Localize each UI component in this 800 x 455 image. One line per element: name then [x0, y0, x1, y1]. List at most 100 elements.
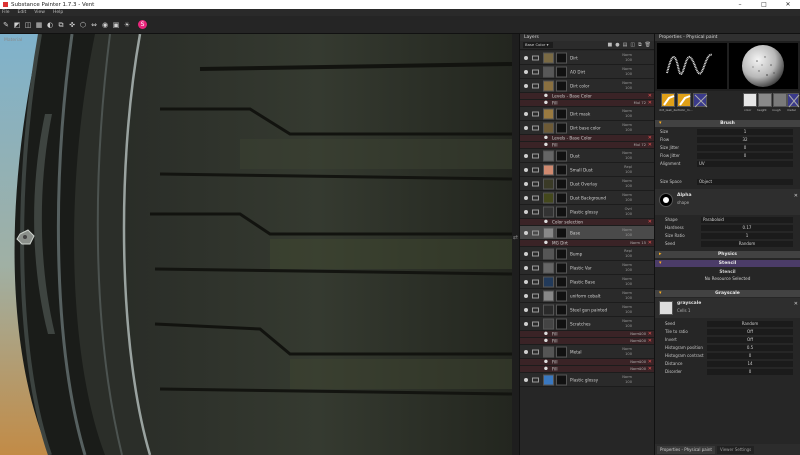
effect-opacity[interactable]: 100 [639, 367, 646, 371]
remove-effect-icon[interactable]: ✕ [648, 219, 652, 225]
folder-icon[interactable] [532, 293, 539, 298]
grayscale-thumbnail[interactable] [659, 301, 673, 315]
layer-blend-mode[interactable]: Repl [624, 249, 632, 253]
layer-row[interactable]: Dust Norm 100 [520, 149, 654, 163]
hist-pos-slider[interactable]: 0.5 [707, 345, 793, 351]
maximize-icon[interactable]: □ [752, 0, 776, 9]
visibility-eye-icon[interactable] [524, 349, 528, 354]
layer-mask-thumbnail[interactable] [556, 346, 567, 357]
grayscale-section-header[interactable]: ▾ Grayscale [655, 290, 800, 297]
visibility-eye-icon[interactable] [524, 167, 528, 172]
close-icon[interactable]: ✕ [776, 0, 800, 9]
layer-effect-row[interactable]: ● MG Dirt Norm 15 ✕ [520, 240, 654, 247]
alpha-seed-button[interactable]: Random [701, 241, 793, 247]
layer-mask-thumbnail[interactable] [556, 192, 567, 203]
folder-icon[interactable] [532, 69, 539, 74]
folder-icon[interactable] [532, 167, 539, 172]
visibility-eye-icon[interactable] [524, 195, 528, 200]
layer-mask-thumbnail[interactable] [556, 227, 567, 238]
3d-viewport[interactable]: Material [0, 34, 512, 455]
add-layer-icon[interactable]: ⧉ [638, 42, 642, 48]
tab-properties[interactable]: Properties - Physical paint [657, 445, 715, 454]
visibility-eye-icon[interactable] [524, 69, 528, 74]
layer-mask-thumbnail[interactable] [556, 374, 567, 385]
physics-section-header[interactable]: ▸ Physics [655, 251, 800, 258]
layer-mask-thumbnail[interactable] [556, 122, 567, 133]
menu-file[interactable]: File [2, 10, 10, 15]
layer-opacity[interactable]: 100 [625, 72, 632, 76]
layer-row[interactable]: Dust Overlay Norm 100 [520, 177, 654, 191]
effect-blend-mode[interactable]: Norm [630, 241, 640, 245]
smudge-icon[interactable]: ◐ [46, 21, 54, 29]
layer-mask-thumbnail[interactable] [556, 66, 567, 77]
projection-icon[interactable]: ◫ [24, 21, 32, 29]
folder-icon[interactable] [532, 209, 539, 214]
layer-opacity[interactable]: 100 [625, 296, 632, 300]
geometry-icon[interactable]: ▦ [35, 21, 43, 29]
size-slider[interactable]: 1 [697, 129, 793, 135]
layer-blend-mode[interactable]: Norm [622, 109, 632, 113]
layer-blend-mode[interactable]: Norm [622, 151, 632, 155]
layer-row[interactable]: AO Dirt Norm 100 [520, 65, 654, 79]
layer-opacity[interactable]: 100 [625, 86, 632, 90]
hardness-slider[interactable]: 0.17 [701, 225, 793, 231]
layer-blend-mode[interactable]: Norm [622, 193, 632, 197]
layer-effect-row[interactable]: ● Fill Norm 100 ✕ [520, 359, 654, 366]
effect-opacity[interactable]: 100 [639, 339, 646, 343]
layer-blend-mode[interactable]: Norm [622, 277, 632, 281]
size-jitter-slider[interactable]: 0 [697, 145, 793, 151]
layer-row[interactable]: Bump Repl 100 [520, 247, 654, 261]
visibility-eye-icon[interactable] [524, 251, 528, 256]
camera-icon[interactable]: ▣ [112, 21, 120, 29]
gs-seed-button[interactable]: Random [707, 321, 793, 327]
roughness-channel-thumbnail[interactable] [773, 93, 787, 107]
flow-slider[interactable]: 32 [697, 137, 793, 143]
paint-brush-icon[interactable]: ✎ [2, 21, 10, 29]
layer-row[interactable]: Base Norm 100 [520, 226, 654, 240]
eraser-icon[interactable]: ◩ [13, 21, 21, 29]
layer-mask-thumbnail[interactable] [556, 150, 567, 161]
add-fill-layer-icon[interactable]: ◫ [630, 42, 635, 48]
layer-opacity[interactable]: 100 [625, 324, 632, 328]
layer-opacity[interactable]: 100 [625, 184, 632, 188]
layer-blend-mode[interactable]: Norm [622, 67, 632, 71]
remove-effect-icon[interactable]: ✕ [648, 135, 652, 141]
layer-opacity[interactable]: 100 [625, 114, 632, 118]
folder-icon[interactable] [532, 251, 539, 256]
remove-effect-icon[interactable]: ✕ [648, 366, 652, 372]
layer-opacity[interactable]: 100 [625, 268, 632, 272]
layer-effect-row[interactable]: ● Fill Mul 72 ✕ [520, 142, 654, 149]
layer-effect-row[interactable]: ● Levels - Base Color ✕ [520, 93, 654, 100]
add-mask-icon[interactable]: ■ [607, 42, 612, 48]
layer-row[interactable]: Dirt Norm 100 [520, 51, 654, 65]
layer-mask-thumbnail[interactable] [556, 318, 567, 329]
effect-blend-mode[interactable]: Mul [634, 101, 640, 105]
folder-icon[interactable] [532, 111, 539, 116]
layer-blend-mode[interactable]: Norm [622, 319, 632, 323]
layer-row[interactable]: Plastic glossy Ovrl 100 [520, 205, 654, 219]
menu-help[interactable]: Help [53, 10, 63, 15]
layer-opacity[interactable]: 100 [625, 233, 632, 237]
color-channel-thumbnail[interactable] [743, 93, 757, 107]
layer-effect-row[interactable]: ● Fill Norm 100 ✕ [520, 366, 654, 373]
picker-icon[interactable]: ✜ [68, 21, 76, 29]
folder-icon[interactable] [532, 153, 539, 158]
layer-blend-mode[interactable]: Norm [622, 375, 632, 379]
clone-icon[interactable]: ⧉ [57, 21, 65, 29]
layer-effect-row[interactable]: ● Fill Norm 100 ✕ [520, 338, 654, 345]
layer-effect-row[interactable]: ● Fill Norm 100 ✕ [520, 331, 654, 338]
layer-mask-thumbnail[interactable] [556, 52, 567, 63]
distance-slider[interactable]: 14 [707, 361, 793, 367]
layer-mask-thumbnail[interactable] [556, 276, 567, 287]
layer-mask-thumbnail[interactable] [556, 108, 567, 119]
layer-mask-thumbnail[interactable] [556, 206, 567, 217]
visibility-eye-icon[interactable] [524, 265, 528, 270]
visibility-eye-icon[interactable] [524, 83, 528, 88]
layer-mask-thumbnail[interactable] [556, 262, 567, 273]
layer-blend-mode[interactable]: Norm [622, 53, 632, 57]
view-icon[interactable]: ◉ [101, 21, 109, 29]
remove-effect-icon[interactable]: ✕ [648, 100, 652, 106]
grayscale-close-icon[interactable]: ✕ [794, 301, 798, 307]
layer-opacity[interactable]: 100 [625, 128, 632, 132]
delete-layer-icon[interactable]: 🗑 [645, 42, 651, 48]
